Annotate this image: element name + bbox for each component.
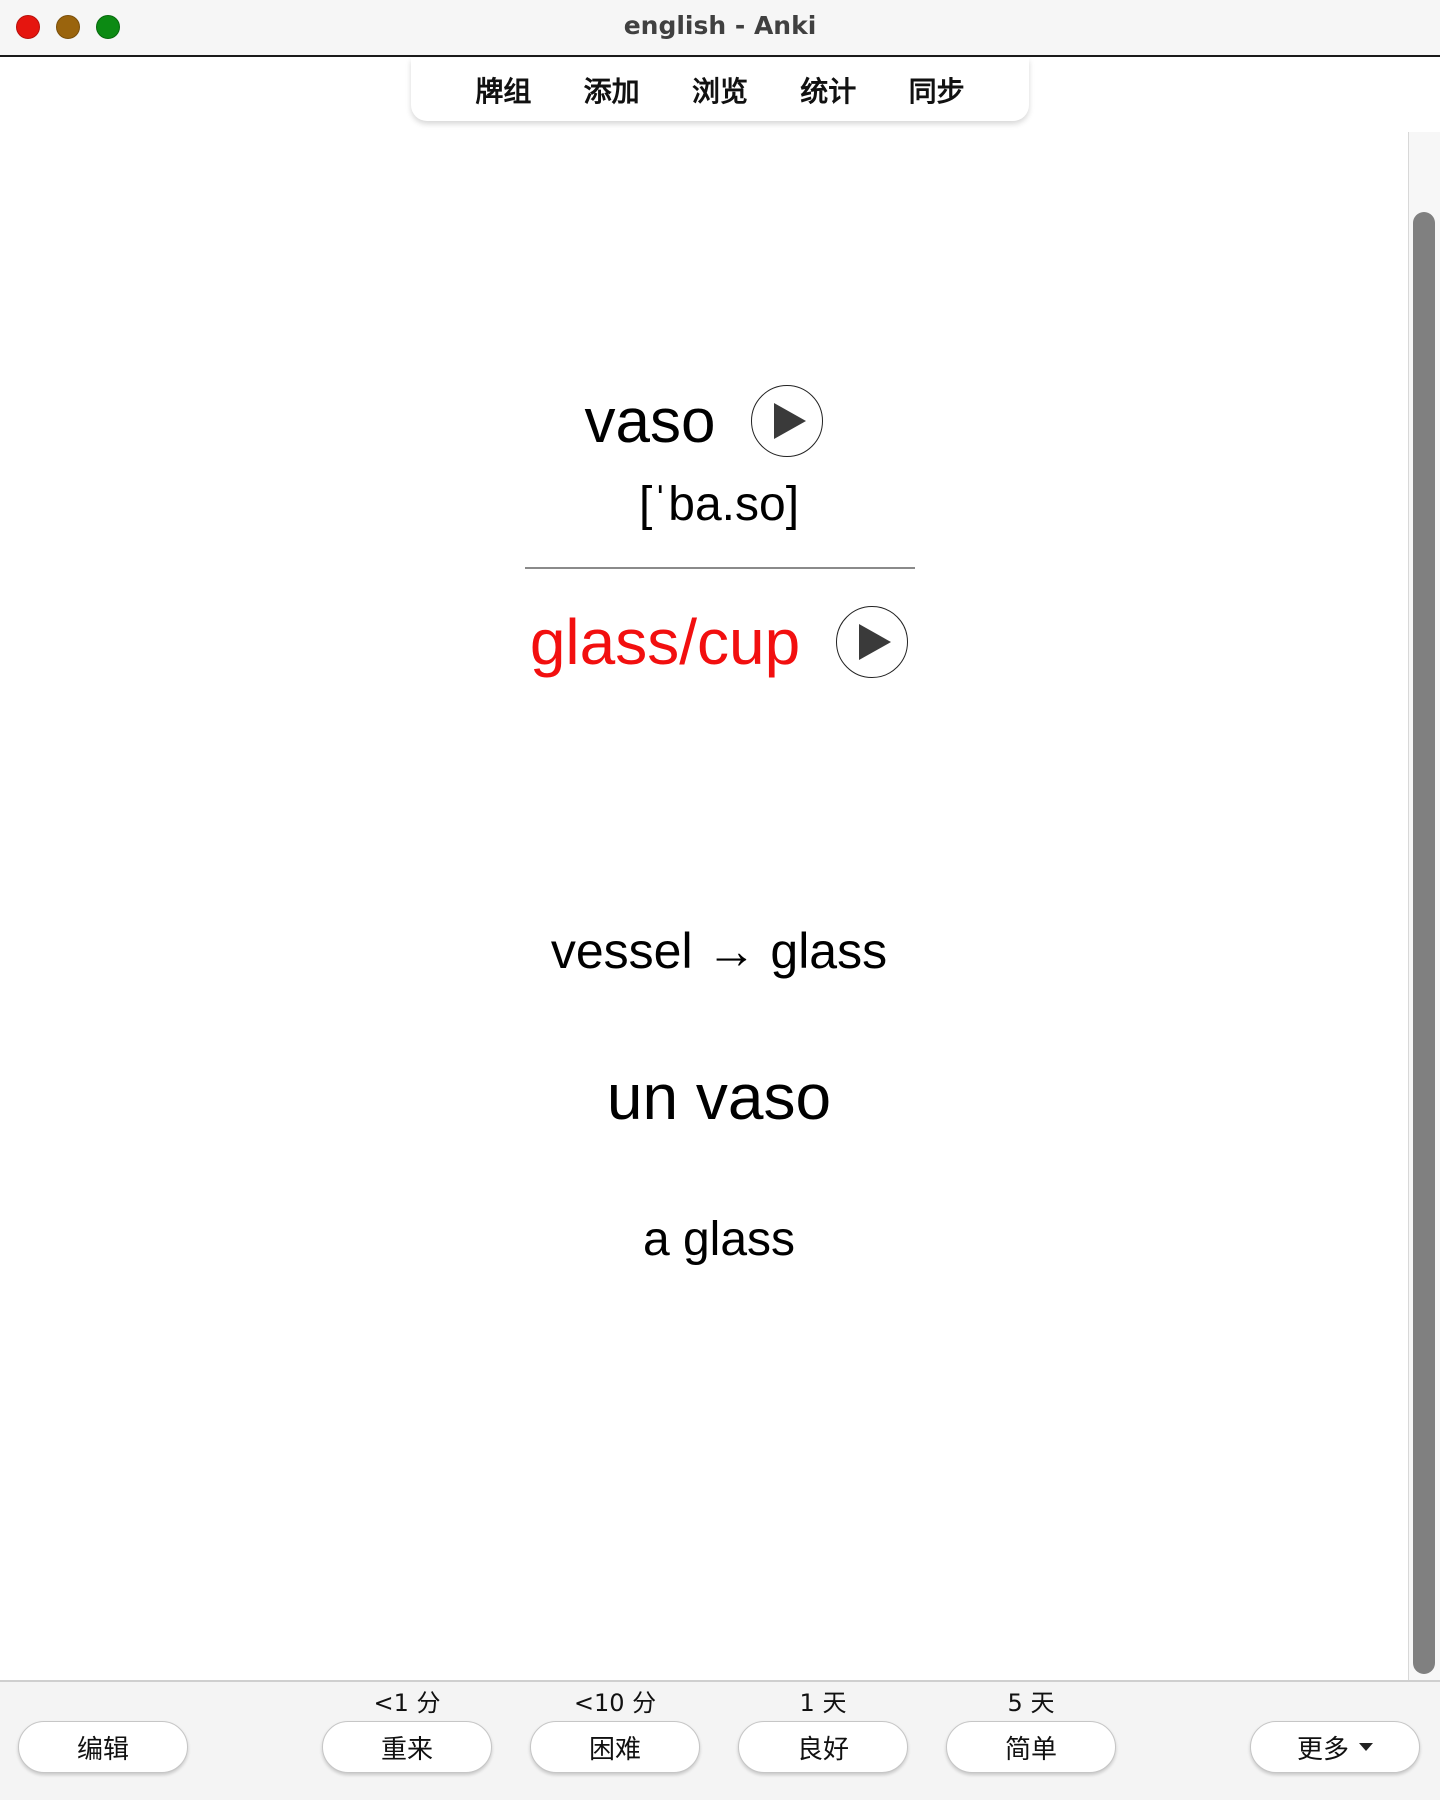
toolbar-decks[interactable]: 牌组 bbox=[475, 70, 531, 110]
title-bar: english - Anki bbox=[0, 0, 1440, 57]
edit-button-label: 编辑 bbox=[76, 1734, 129, 1765]
easy-button[interactable]: 简单 bbox=[946, 1721, 1116, 1773]
again-button-label: 重来 bbox=[380, 1734, 433, 1765]
easy-button-label: 简单 bbox=[1004, 1734, 1057, 1765]
toolbar-add[interactable]: 添加 bbox=[584, 70, 640, 110]
answer-divider bbox=[525, 567, 915, 569]
hard-button[interactable]: 困难 bbox=[530, 1721, 700, 1773]
again-interval: <1 分 bbox=[373, 1689, 441, 1717]
play-icon bbox=[859, 624, 892, 660]
toolbar-sync[interactable]: 同步 bbox=[909, 70, 965, 110]
play-word-audio-button[interactable] bbox=[751, 385, 824, 457]
main-toolbar: 牌组 添加 浏览 统计 同步 bbox=[411, 58, 1029, 121]
good-button[interactable]: 良好 bbox=[738, 1721, 908, 1773]
toolbar-browse[interactable]: 浏览 bbox=[692, 70, 748, 110]
anki-window: english - Anki 牌组 添加 浏览 统计 同步 vaso [ˈba.… bbox=[0, 0, 1440, 1800]
more-button[interactable]: 更多 bbox=[1250, 1721, 1420, 1773]
answer-row: glass/cup bbox=[0, 605, 1438, 679]
again-button[interactable]: 重来 bbox=[322, 1721, 492, 1773]
card-meaning: glass/cup bbox=[529, 606, 801, 678]
front-row: vaso bbox=[0, 385, 1408, 457]
scrollbar-thumb[interactable] bbox=[1413, 212, 1435, 1674]
hard-button-label: 困难 bbox=[588, 1734, 641, 1765]
card-pronunciation: [ˈba.so] bbox=[638, 478, 800, 531]
card-example-translation: a glass bbox=[642, 1213, 796, 1266]
window-title: english - Anki bbox=[623, 11, 817, 40]
card-etymology: vessel → glass bbox=[550, 923, 888, 979]
more-button-label: 更多 bbox=[1296, 1734, 1349, 1765]
good-interval: 1 天 bbox=[799, 1689, 847, 1717]
play-icon bbox=[774, 403, 807, 439]
easy-interval: 5 天 bbox=[1007, 1689, 1055, 1717]
good-button-label: 良好 bbox=[796, 1734, 849, 1765]
caret-down-icon bbox=[1359, 1743, 1373, 1751]
review-bottom-bar bbox=[0, 1680, 1440, 1800]
toolbar-stats[interactable]: 统计 bbox=[800, 70, 856, 110]
card-example: un vaso bbox=[606, 1061, 832, 1133]
hard-interval: <10 分 bbox=[573, 1689, 657, 1717]
play-meaning-audio-button[interactable] bbox=[836, 606, 909, 678]
card-word: vaso bbox=[584, 386, 716, 456]
card-area bbox=[0, 130, 1408, 1680]
edit-button[interactable]: 编辑 bbox=[18, 1721, 188, 1773]
